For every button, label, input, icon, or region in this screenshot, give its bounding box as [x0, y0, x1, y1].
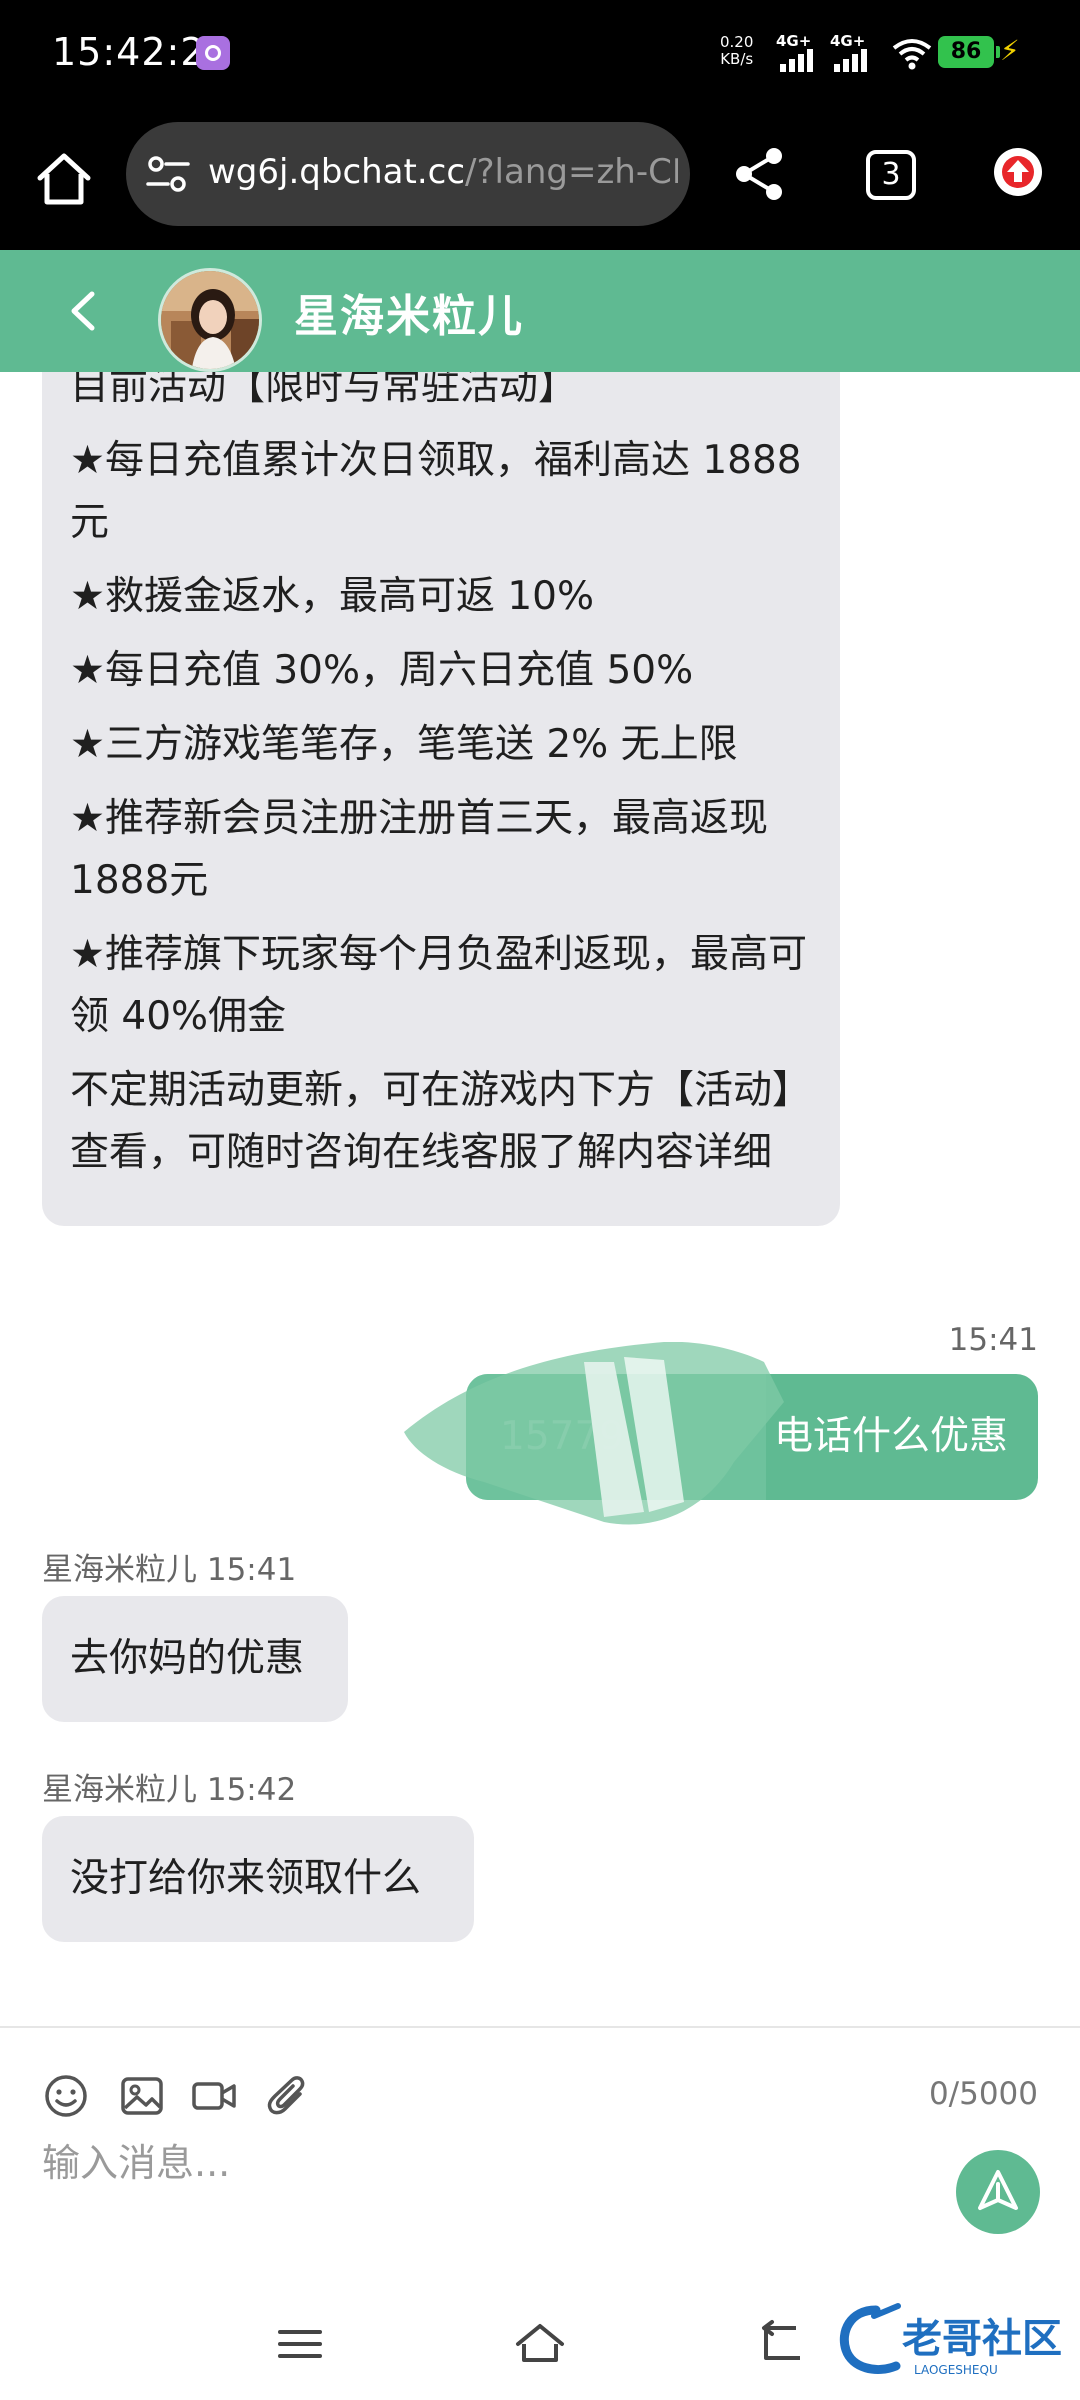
- message-line: ★救援金返水，最高可返 10%: [70, 574, 595, 619]
- share-icon[interactable]: [730, 144, 790, 204]
- character-count: 0/5000: [928, 2076, 1038, 2112]
- sim1-network-label: 4G+: [776, 32, 812, 50]
- avatar-image: [161, 271, 259, 369]
- menu-icon[interactable]: [270, 2314, 330, 2374]
- reply2-time: 15:42: [206, 1772, 297, 1808]
- chat-title: 星海米粒儿: [294, 291, 524, 342]
- system-navigation-bar: 老哥社区 LAOGESHEQU: [0, 2286, 1080, 2400]
- outgoing-message-bubble: 15779 电话什么优惠: [466, 1374, 1038, 1500]
- message-input[interactable]: [42, 2128, 942, 2198]
- watermark-subtext: LAOGESHEQU: [914, 2363, 998, 2377]
- redacted-text: 15779: [500, 1414, 625, 1459]
- network-speed: 0.20 KB/s: [720, 34, 753, 68]
- wifi-icon: [892, 39, 932, 70]
- message-line: 不定期活动更新，可在游戏内下方【活动】查看，可随时咨询在线客服了解内容详细: [70, 1068, 812, 1175]
- message-line: 目前活动【限时与常驻活动】: [70, 372, 578, 409]
- update-icon[interactable]: [994, 148, 1042, 196]
- address-bar[interactable]: wg6j.qbchat.cc/?lang=zh-CN: [126, 122, 690, 226]
- reply2-bubble: 没打给你来领取什么: [42, 1816, 474, 1942]
- home-nav-icon[interactable]: [510, 2314, 570, 2374]
- charging-icon: ⚡: [1000, 34, 1020, 67]
- app-notification-icon: [196, 36, 230, 70]
- message-line: ★三方游戏笔笔存，笔笔送 2% 无上限: [70, 722, 738, 767]
- reply2-meta: 星海米粒儿 15:42: [42, 1764, 296, 1809]
- video-icon[interactable]: [190, 2072, 238, 2120]
- url-path: /?lang=zh-CN: [465, 152, 678, 192]
- network-speed-unit: KB/s: [720, 50, 754, 68]
- send-icon: [978, 2170, 1018, 2210]
- message-line: ★推荐旗下玩家每个月负盈利返现，最高可领 40%佣金: [70, 932, 807, 1039]
- message-list[interactable]: 目前活动【限时与常驻活动】 ★每日充值累计次日领取，福利高达 1888元 ★救援…: [0, 372, 1080, 2022]
- watermark-text: 老哥社区: [902, 2316, 1062, 2362]
- sim1-signal-icon: 4G+: [776, 32, 826, 72]
- avatar[interactable]: [158, 268, 262, 372]
- sim2-network-label: 4G+: [830, 32, 866, 50]
- image-icon[interactable]: [118, 2072, 166, 2120]
- message-bubble-activities: 目前活动【限时与常驻活动】 ★每日充值累计次日领取，福利高达 1888元 ★救援…: [42, 372, 840, 1226]
- reply2-sender: 星海米粒儿: [42, 1772, 197, 1808]
- url-host: wg6j.qbchat.cc: [208, 152, 466, 192]
- message-line: ★每日充值 30%，周六日充值 50%: [70, 648, 694, 693]
- back-nav-icon[interactable]: [750, 2314, 810, 2374]
- reply2-text: 没打给你来领取什么: [70, 1856, 422, 1901]
- reply1-meta: 星海米粒儿 15:41: [42, 1544, 296, 1589]
- tab-switcher-button[interactable]: 3: [866, 150, 916, 200]
- status-bar: 15:42:25 0.20 KB/s 4G+ 4G+ 86 ⚡: [0, 0, 1080, 110]
- network-speed-value: 0.20: [720, 33, 754, 51]
- browser-toolbar: wg6j.qbchat.cc/?lang=zh-CN 3: [0, 110, 1080, 250]
- back-icon[interactable]: [60, 286, 110, 336]
- battery-indicator: 86: [938, 36, 1000, 68]
- outgoing-message-time: 15:41: [948, 1322, 1038, 1358]
- attachment-icon[interactable]: [264, 2072, 312, 2120]
- chat-header: 星海米粒儿: [0, 250, 1080, 372]
- site-settings-icon[interactable]: [146, 154, 190, 194]
- url-text[interactable]: wg6j.qbchat.cc/?lang=zh-CN: [208, 152, 678, 192]
- watermark-logo: 老哥社区 LAOGESHEQU: [836, 2296, 1068, 2382]
- send-button[interactable]: [956, 2150, 1040, 2234]
- home-icon[interactable]: [30, 146, 98, 214]
- reply1-time: 15:41: [206, 1552, 297, 1588]
- emoji-icon[interactable]: [42, 2072, 90, 2120]
- sim2-signal-icon: 4G+: [830, 32, 880, 72]
- message-composer: 0/5000: [0, 2026, 1080, 2286]
- reply1-text: 去你妈的优惠: [70, 1636, 305, 1681]
- outgoing-message-text: 电话什么优惠: [773, 1414, 1008, 1459]
- message-line: ★推荐新会员注册注册首三天，最高返现 1888元: [70, 796, 768, 903]
- reply1-sender: 星海米粒儿: [42, 1552, 197, 1588]
- message-line: ★每日充值累计次日领取，福利高达 1888元: [70, 438, 802, 545]
- reply1-bubble: 去你妈的优惠: [42, 1596, 348, 1722]
